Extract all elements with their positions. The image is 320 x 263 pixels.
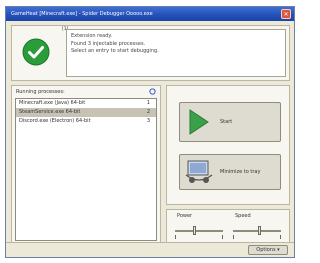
power-slider-thumb[interactable] (193, 226, 196, 235)
start-label: Start (220, 119, 233, 125)
start-button[interactable]: Start (179, 102, 281, 142)
slider-panel: Power Speed (166, 209, 290, 245)
speed-slider-thumb[interactable] (257, 226, 261, 235)
play-icon (189, 109, 209, 135)
action-panel: Start Minimize to tray (166, 85, 290, 205)
bottom-bar: Options ▾ (6, 242, 294, 257)
status-line: Select an entry to start debugging. (71, 48, 159, 54)
close-button[interactable]: ✕ (281, 9, 291, 19)
process-name: Minecraft.exe (Java) 64-bit (19, 100, 86, 106)
process-list[interactable]: Minecraft.exe (Java) 64-bit 1 SteamServi… (15, 98, 157, 241)
status-message-box: Extension ready. Found 3 injectable proc… (66, 29, 286, 77)
title-bar[interactable]: GameHeat [Minecraft.exe] - Spider Debugg… (6, 7, 294, 21)
app-window: GameHeat [Minecraft.exe] - Spider Debugg… (5, 6, 295, 258)
refresh-icon[interactable] (149, 88, 156, 95)
window-title: GameHeat [Minecraft.exe] - Spider Debugg… (11, 11, 153, 17)
process-item[interactable]: Discord.exe (Electron) 64-bit 3 (16, 117, 156, 126)
success-check-icon (22, 38, 50, 66)
process-number: 2 (146, 109, 150, 115)
process-name: SteamService.exe 64-bit (19, 109, 81, 115)
slider-tick (233, 235, 234, 239)
process-number: 3 (146, 118, 150, 124)
status-line: Extension ready. (71, 33, 113, 39)
slider-tick (175, 235, 176, 239)
options-button[interactable]: Options ▾ (248, 245, 288, 255)
tray-label: Minimize to tray (220, 169, 261, 175)
process-number: 1 (146, 100, 150, 106)
minimize-to-tray-button[interactable]: Minimize to tray (179, 154, 281, 190)
slider-tick (280, 235, 281, 239)
speed-slider[interactable] (233, 226, 281, 239)
status-panel: [1] Extension ready. Found 3 injectable … (11, 25, 290, 81)
process-item[interactable]: Minecraft.exe (Java) 64-bit 1 (16, 99, 156, 108)
process-list-panel: Running processes: Minecraft.exe (Java) … (11, 85, 161, 245)
tray-icon (185, 160, 213, 183)
process-item-selected[interactable]: SteamService.exe 64-bit 2 (16, 108, 156, 117)
slider-tick (222, 235, 223, 239)
status-line: Found 3 injectable processes. (71, 40, 146, 47)
power-label: Power (177, 213, 193, 219)
close-icon: ✕ (283, 11, 289, 18)
process-name: Discord.exe (Electron) 64-bit (19, 118, 91, 124)
power-slider[interactable] (175, 226, 223, 239)
process-list-header: Running processes: (16, 89, 65, 95)
speed-label: Speed (235, 213, 251, 219)
